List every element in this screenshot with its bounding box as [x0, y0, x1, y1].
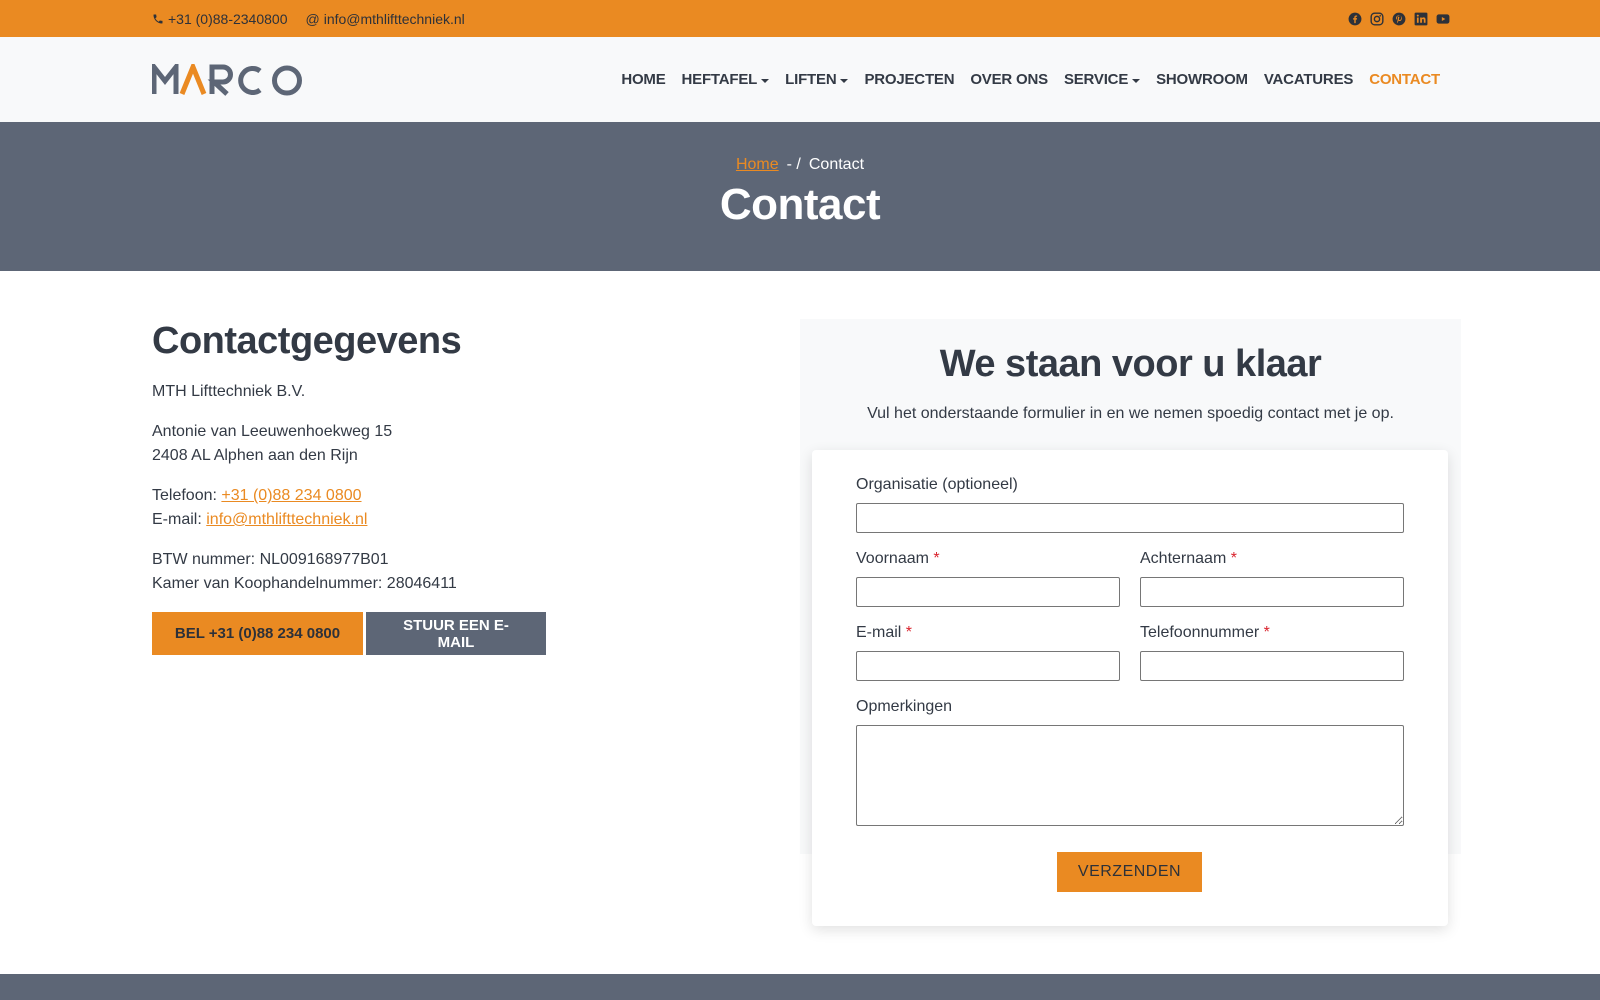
top-bar: +31 (0)88-2340800 @ info@mthlifttechniek…	[0, 0, 1600, 37]
facebook-icon[interactable]	[1348, 12, 1362, 26]
phone-field-label: Telefoonnummer *	[1140, 624, 1270, 641]
caret-down-icon	[761, 78, 770, 83]
caret-down-icon	[1132, 78, 1141, 83]
organisation-input[interactable]	[856, 503, 1404, 533]
breadcrumb-home-link[interactable]: Home	[736, 156, 779, 174]
nav-liften[interactable]: LIFTEN	[785, 71, 849, 88]
top-email-text: info@mthlifttechniek.nl	[323, 10, 465, 27]
vat-number: BTW nummer: NL009168977B01	[152, 551, 389, 568]
at-icon: @	[305, 10, 320, 27]
nav-vacatures[interactable]: VACATURES	[1264, 71, 1354, 88]
remarks-label: Opmerkingen	[856, 698, 953, 715]
pinterest-icon[interactable]	[1392, 12, 1406, 26]
call-button[interactable]: BEL +31 (0)88 234 0800	[152, 612, 363, 655]
main-nav: HOME HEFTAFEL LIFTEN PROJECTEN OVER ONS …	[621, 37, 1440, 122]
nav-showroom[interactable]: SHOWROOM	[1156, 71, 1248, 88]
form-intro: Vul het onderstaande formulier in en we …	[867, 405, 1394, 422]
footer	[0, 974, 1600, 1000]
required-mark: *	[1263, 624, 1270, 641]
address-city: 2408 AL Alphen aan den Rijn	[152, 447, 358, 464]
company-name: MTH Lifttechniek B.V.	[152, 383, 306, 400]
marco-logo	[152, 63, 302, 96]
site-header: HOME HEFTAFEL LIFTEN PROJECTEN OVER ONS …	[0, 37, 1600, 122]
required-mark: *	[933, 550, 940, 567]
nav-projecten[interactable]: PROJECTEN	[864, 71, 954, 88]
page-banner: Home - / Contact Contact	[0, 122, 1600, 271]
required-mark: *	[905, 624, 913, 641]
contact-lines: Telefoon: +31 (0)88 234 0800 E-mail: inf…	[152, 484, 772, 532]
coc-number: Kamer van Koophandelnummer: 28046411	[152, 575, 457, 592]
social-links	[1348, 0, 1450, 37]
form-heading: We staan voor u klaar	[939, 343, 1322, 385]
top-phone-link[interactable]: +31 (0)88-2340800	[152, 11, 288, 27]
send-email-button[interactable]: STUUR EEN E-MAIL	[366, 612, 546, 655]
email-label: E-mail:	[152, 511, 202, 528]
linkedin-icon[interactable]	[1414, 12, 1428, 26]
breadcrumb-separator: - /	[786, 156, 801, 173]
address-street: Antonie van Leeuwenhoekweg 15	[152, 423, 393, 440]
youtube-icon[interactable]	[1436, 12, 1450, 26]
phone-link[interactable]: +31 (0)88 234 0800	[221, 487, 361, 504]
remarks-textarea[interactable]	[856, 725, 1404, 826]
top-contact: +31 (0)88-2340800 @ info@mthlifttechniek…	[152, 0, 465, 37]
instagram-icon[interactable]	[1370, 11, 1384, 26]
company-registration: BTW nummer: NL009168977B01 Kamer van Koo…	[152, 548, 772, 596]
organisation-label: Organisatie (optioneel)	[856, 476, 1018, 493]
email-input[interactable]	[856, 651, 1120, 681]
firstname-label: Voornaam *	[856, 550, 940, 567]
contact-buttons: BEL +31 (0)88 234 0800 STUUR EEN E-MAIL	[152, 612, 772, 655]
address: Antonie van Leeuwenhoekweg 15 2408 AL Al…	[152, 420, 772, 468]
phone-label: Telefoon:	[152, 487, 217, 504]
email-field-label: E-mail *	[856, 624, 913, 641]
phone-icon	[153, 14, 163, 23]
nav-heftafel[interactable]: HEFTAFEL	[682, 71, 770, 88]
lastname-input[interactable]	[1140, 577, 1404, 607]
contact-form: Organisatie (optioneel) Voornaam * Achte…	[812, 450, 1448, 926]
required-mark: *	[1230, 550, 1237, 567]
contact-details: Contactgegevens MTH Lifttechniek B.V. An…	[152, 318, 772, 655]
nav-service[interactable]: SERVICE	[1064, 71, 1141, 88]
nav-home[interactable]: HOME	[621, 71, 665, 88]
page-title: Contact	[719, 180, 881, 229]
breadcrumb-current: Contact	[808, 156, 865, 173]
top-phone-text: +31 (0)88-2340800	[168, 10, 288, 27]
nav-over-ons[interactable]: OVER ONS	[970, 71, 1048, 88]
contact-heading: Contactgegevens	[152, 320, 462, 362]
logo[interactable]	[152, 62, 304, 97]
top-email-link[interactable]: @ info@mthlifttechniek.nl	[306, 11, 465, 27]
phone-input[interactable]	[1140, 651, 1404, 681]
email-link[interactable]: info@mthlifttechniek.nl	[206, 511, 367, 528]
nav-contact[interactable]: CONTACT	[1369, 71, 1440, 88]
caret-down-icon	[840, 78, 849, 83]
firstname-input[interactable]	[856, 577, 1120, 607]
lastname-label: Achternaam *	[1140, 550, 1237, 567]
submit-button[interactable]: VERZENDEN	[1057, 852, 1202, 892]
breadcrumb: Home - / Contact	[0, 156, 1600, 174]
